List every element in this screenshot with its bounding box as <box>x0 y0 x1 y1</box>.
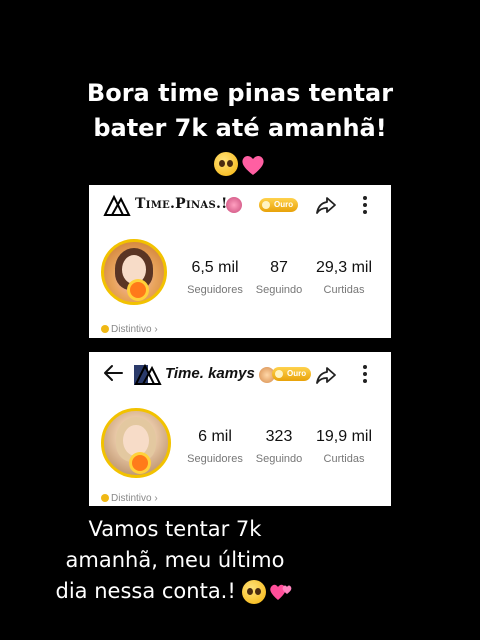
profile-header: Time. kamys Ouro <box>89 352 391 392</box>
bottom-caption-line2: amanhã, meu último <box>65 548 285 572</box>
triangle-logo-icon <box>134 363 162 385</box>
following-label: Seguindo <box>255 453 303 465</box>
avatar[interactable] <box>101 239 167 305</box>
distintivo-link[interactable]: Distintivo › <box>101 493 158 504</box>
pleading-face-icon <box>214 152 238 176</box>
back-arrow-icon[interactable] <box>101 361 125 385</box>
profile-username: Time.Pinas.! <box>135 196 228 212</box>
profile-card-time-pinas: Time.Pinas.! Ouro 6,5 mil Seguidores 87 … <box>89 185 391 338</box>
following-count: 323 <box>265 428 293 445</box>
followers-count: 6 mil <box>198 428 232 445</box>
pleading-face-icon <box>242 580 267 604</box>
likes-stat[interactable]: 29,3 mil Curtidas <box>311 259 377 296</box>
bottom-caption-line1: Vamos tentar 7k <box>88 517 262 541</box>
more-options-icon[interactable] <box>362 195 368 215</box>
two-hearts-icon <box>268 580 294 604</box>
share-icon[interactable] <box>315 194 337 216</box>
gold-badge: Ouro <box>259 198 299 212</box>
followers-count: 6,5 mil <box>191 259 239 276</box>
distintivo-label: Distintivo <box>111 493 152 504</box>
following-stat[interactable]: 323 Seguindo <box>252 428 306 465</box>
distintivo-label: Distintivo <box>111 324 152 335</box>
flower-icon <box>130 282 147 298</box>
top-caption: Bora time pinas tentar bater 7k até aman… <box>60 76 420 181</box>
likes-count: 19,9 mil <box>315 428 373 445</box>
likes-label: Curtidas <box>323 284 365 296</box>
top-caption-line2: bater 7k até amanhã! <box>93 114 387 142</box>
badge-dot-icon <box>101 325 109 333</box>
avatar[interactable] <box>101 408 171 478</box>
share-icon[interactable] <box>315 364 337 386</box>
followers-label: Seguidores <box>187 284 243 296</box>
rose-icon <box>226 197 242 213</box>
distintivo-link[interactable]: Distintivo › <box>101 324 158 335</box>
avatar-face <box>123 425 149 456</box>
top-emoji-row <box>214 152 266 176</box>
avatar-face <box>122 255 146 284</box>
profile-card-time-kamys: Time. kamys Ouro 6 mil Seguidores 323 Se… <box>89 352 391 506</box>
flower-icon <box>132 455 149 471</box>
followers-stat[interactable]: 6 mil Seguidores <box>183 428 247 465</box>
top-caption-line1: Bora time pinas tentar <box>86 79 394 107</box>
pink-heart-icon <box>240 152 266 176</box>
profile-username: Time. kamys <box>165 365 255 382</box>
profile-header: Time.Pinas.! Ouro <box>89 185 391 225</box>
followers-stat[interactable]: 6,5 mil Seguidores <box>183 259 247 296</box>
more-options-icon[interactable] <box>362 364 368 384</box>
following-stat[interactable]: 87 Seguindo <box>252 259 306 296</box>
likes-label: Curtidas <box>323 453 365 465</box>
triangle-logo-icon <box>103 194 131 216</box>
likes-stat[interactable]: 19,9 mil Curtidas <box>311 428 377 465</box>
gold-badge: Ouro <box>272 367 312 381</box>
following-label: Seguindo <box>255 284 303 296</box>
bottom-caption: Vamos tentar 7k amanhã, meu último dia n… <box>30 514 320 607</box>
likes-count: 29,3 mil <box>315 259 373 276</box>
bottom-emoji-row <box>242 580 294 604</box>
followers-label: Seguidores <box>187 453 243 465</box>
bottom-caption-line3: dia nessa conta.! <box>55 579 236 603</box>
badge-dot-icon <box>101 494 109 502</box>
following-count: 87 <box>270 259 288 276</box>
